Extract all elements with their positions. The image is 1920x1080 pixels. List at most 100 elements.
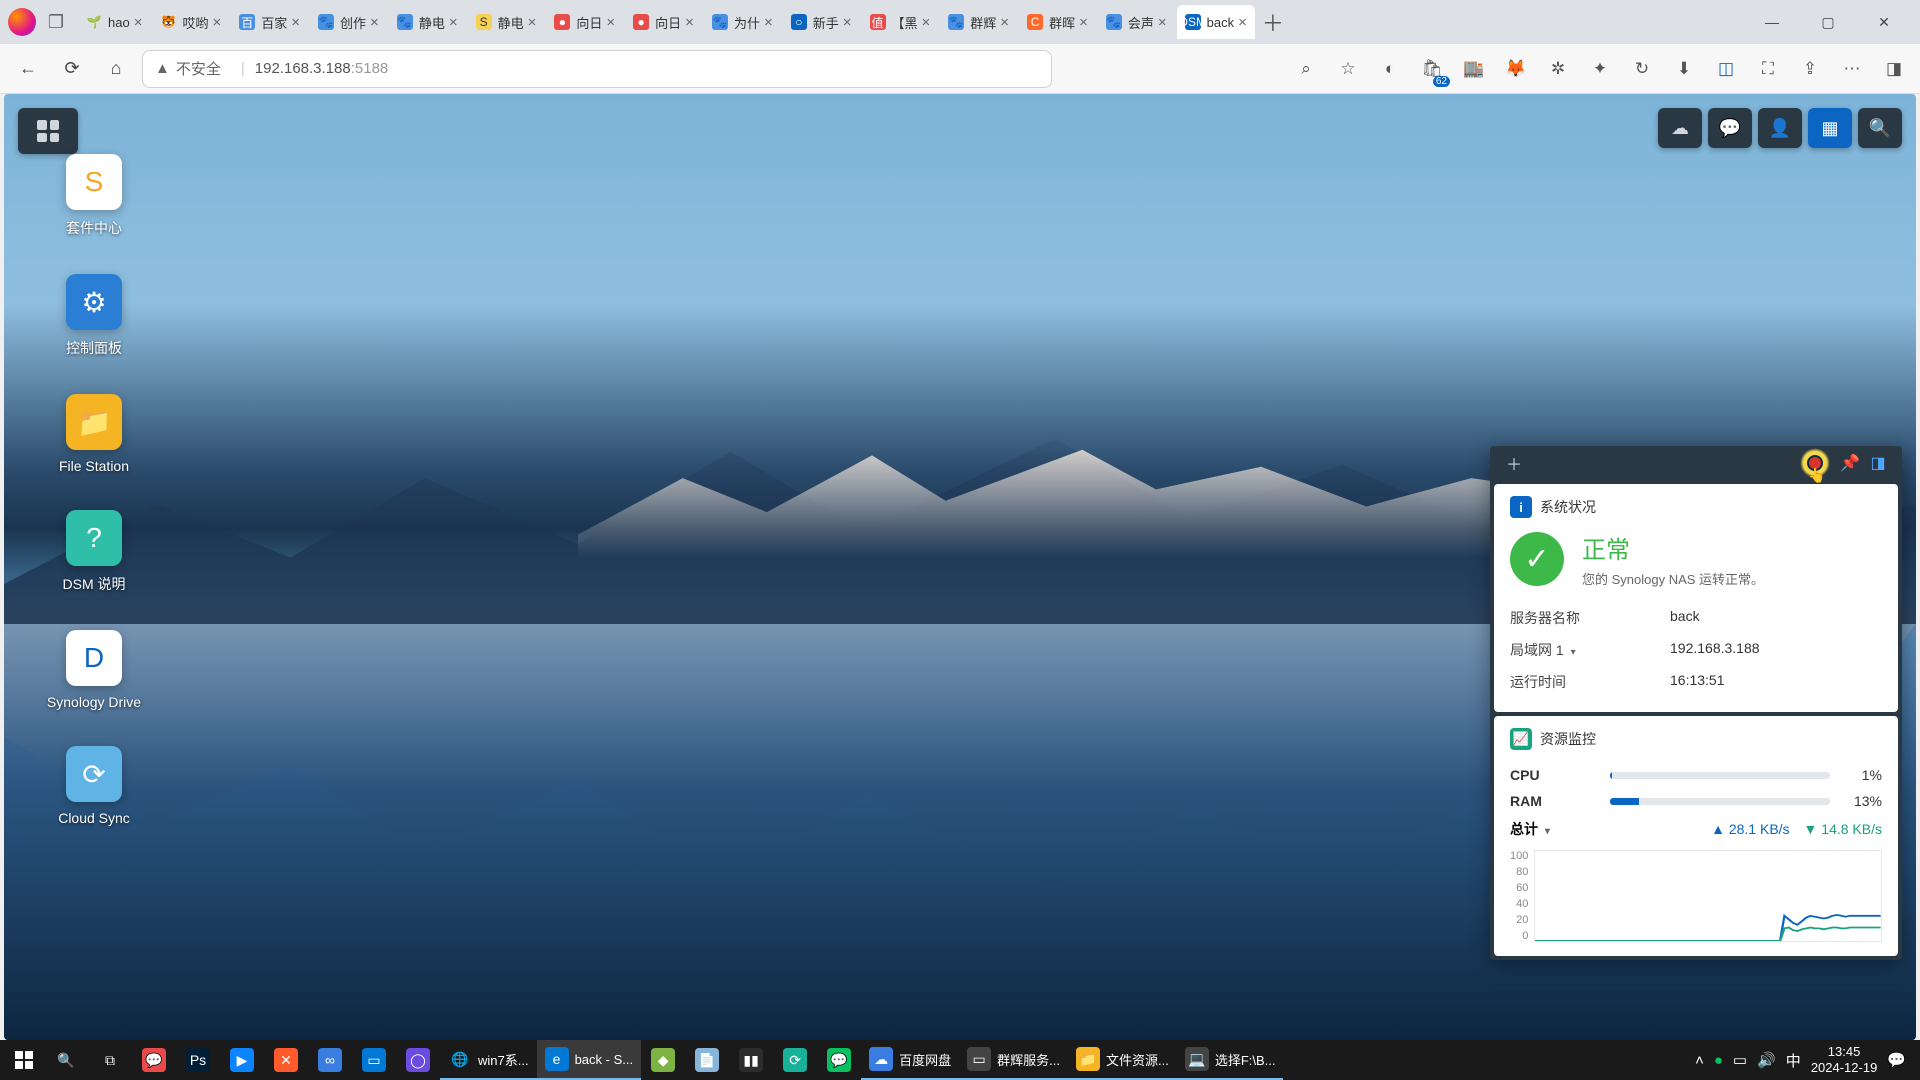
taskbar-app[interactable]: eback - S... (537, 1040, 642, 1080)
taskbar-app[interactable]: ⧉ (88, 1040, 132, 1080)
taskbar-app[interactable]: ▭ (352, 1040, 396, 1080)
start-button[interactable] (4, 1040, 44, 1080)
taskbar-app[interactable]: 🌐win7系... (440, 1040, 537, 1080)
desktop-icon[interactable]: DSynology Drive (34, 630, 154, 710)
widget-add-button[interactable]: ＋ (1500, 449, 1528, 477)
tab-close-icon[interactable]: × (291, 14, 300, 31)
taskbar-app[interactable]: 💬 (817, 1040, 861, 1080)
extension-icon[interactable]: 🛍62 (1416, 53, 1448, 85)
store-icon[interactable]: 🏬 (1458, 53, 1490, 85)
desktop-icon[interactable]: ?DSM 说明 (34, 510, 154, 594)
tray-chevron-icon[interactable]: ˄ (1695, 1052, 1704, 1069)
sidebar-icon[interactable]: ◨ (1878, 53, 1910, 85)
tab-close-icon[interactable]: × (606, 14, 615, 31)
tray-wechat-icon[interactable]: ● (1714, 1052, 1723, 1069)
shield-icon[interactable]: ◐ (1374, 53, 1406, 85)
browser-tab[interactable]: S静电× (468, 5, 545, 39)
tab-close-icon[interactable]: × (685, 14, 694, 31)
firefox-logo-icon[interactable] (8, 8, 36, 36)
browser-tab[interactable]: 🌱hao× (78, 5, 150, 39)
emoji-icon[interactable]: 🦊 (1500, 53, 1532, 85)
tab-close-icon[interactable]: × (1158, 14, 1167, 31)
taskbar-app[interactable]: ⟳ (773, 1040, 817, 1080)
favorites-icon[interactable]: ✦ (1584, 53, 1616, 85)
tab-close-icon[interactable]: × (134, 14, 143, 31)
tab-close-icon[interactable]: × (449, 14, 458, 31)
taskbar-app[interactable]: 💻选择F:\B... (1177, 1040, 1284, 1080)
dsm-upload-icon[interactable]: ☁ (1658, 108, 1702, 148)
reader-icon[interactable]: ⌕ (1290, 53, 1322, 85)
tab-close-icon[interactable]: × (212, 14, 221, 31)
browser-tab[interactable]: 🐾创作× (310, 5, 387, 39)
tab-close-icon[interactable]: × (1079, 14, 1088, 31)
taskbar-app[interactable]: 💬 (132, 1040, 176, 1080)
taskbar-app[interactable]: 🔍 (44, 1040, 88, 1080)
browser-tab[interactable]: 🐯哎哟× (152, 5, 229, 39)
widget-pin-button[interactable]: 📌 (1836, 449, 1864, 477)
browser-tab[interactable]: 🐾群辉× (940, 5, 1017, 39)
tab-close-icon[interactable]: × (843, 14, 852, 31)
taskbar-app[interactable]: ▮▮ (729, 1040, 773, 1080)
workspace-icon[interactable]: ❐ (42, 8, 70, 36)
tab-close-icon[interactable]: × (1000, 14, 1009, 31)
home-button[interactable]: ⌂ (98, 51, 134, 87)
menu-icon[interactable]: ⋯ (1836, 53, 1868, 85)
collections-icon[interactable]: ◫ (1710, 53, 1742, 85)
tray-volume-icon[interactable]: 🔊 (1757, 1051, 1776, 1069)
dsm-desktop[interactable]: ☁ 💬 👤 ▦ 🔍 S套件中心 ⚙控制面板 📁File Station ?DSM 说明… (4, 94, 1916, 1040)
tray-notifications-icon[interactable]: 💬 (1887, 1051, 1906, 1069)
tab-close-icon[interactable]: × (1238, 14, 1247, 31)
new-tab-button[interactable]: ＋ (1257, 6, 1289, 38)
taskbar-app[interactable]: 📄 (685, 1040, 729, 1080)
tab-close-icon[interactable]: × (764, 14, 773, 31)
taskbar-app[interactable]: ✕ (264, 1040, 308, 1080)
bookmark-star-icon[interactable]: ☆ (1332, 53, 1364, 85)
history-icon[interactable]: ↻ (1626, 53, 1658, 85)
taskbar-app[interactable]: Ps (176, 1040, 220, 1080)
browser-tab[interactable]: DSMback× (1177, 5, 1255, 39)
tab-close-icon[interactable]: × (370, 14, 379, 31)
taskbar-app[interactable]: ▶ (220, 1040, 264, 1080)
widget-collapse-button[interactable]: ◨ (1864, 449, 1892, 477)
taskbar-app[interactable]: ▭群辉服务... (959, 1040, 1068, 1080)
screenshot-icon[interactable]: ⛶ (1752, 53, 1784, 85)
share-icon[interactable]: ⇪ (1794, 53, 1826, 85)
taskbar-app[interactable]: ∞ (308, 1040, 352, 1080)
info-row[interactable]: 局域网 1 ▾192.168.3.188 (1510, 634, 1882, 666)
taskbar-app[interactable]: ◆ (641, 1040, 685, 1080)
desktop-icon[interactable]: ⚙控制面板 (34, 274, 154, 358)
browser-tab[interactable]: 🐾会声× (1098, 5, 1175, 39)
desktop-icon[interactable]: S套件中心 (34, 154, 154, 238)
browser-tab[interactable]: 值【黑× (862, 5, 939, 39)
tab-close-icon[interactable]: × (922, 14, 931, 31)
taskbar-clock[interactable]: 13:45 2024-12-19 (1811, 1044, 1878, 1075)
taskbar-app[interactable]: ◯ (396, 1040, 440, 1080)
dsm-notification-icon[interactable]: 💬 (1708, 108, 1752, 148)
browser-tab[interactable]: C群晖× (1019, 5, 1096, 39)
browser-tab[interactable]: 🐾为什× (704, 5, 781, 39)
dsm-widgets-icon[interactable]: ▦ (1808, 108, 1852, 148)
dsm-user-icon[interactable]: 👤 (1758, 108, 1802, 148)
url-input[interactable]: ▲ 不安全 | 192.168.3.188:5188 (142, 50, 1052, 88)
tab-close-icon[interactable]: × (528, 14, 537, 31)
browser-tab[interactable]: ●向日× (546, 5, 623, 39)
downloads-icon[interactable]: ⬇ (1668, 53, 1700, 85)
taskbar-app[interactable]: ☁百度网盘 (861, 1040, 959, 1080)
taskbar-app[interactable]: 📁文件资源... (1068, 1040, 1177, 1080)
puzzle-icon[interactable]: ✲ (1542, 53, 1574, 85)
desktop-icon[interactable]: 📁File Station (34, 394, 154, 474)
network-total[interactable]: 总计 ▾ ▲ 28.1 KB/s ▼ 14.8 KB/s (1510, 814, 1882, 844)
dsm-apps-button[interactable] (18, 108, 78, 154)
tray-ime[interactable]: 中 (1786, 1050, 1801, 1071)
desktop-icon[interactable]: ⟳Cloud Sync (34, 746, 154, 826)
minimize-button[interactable]: — (1752, 7, 1792, 37)
browser-tab[interactable]: 百百家× (231, 5, 308, 39)
browser-tab[interactable]: 🐾静电× (389, 5, 466, 39)
maximize-button[interactable]: ▢ (1808, 7, 1848, 37)
dsm-search-icon[interactable]: 🔍 (1858, 108, 1902, 148)
close-button[interactable]: ✕ (1864, 7, 1904, 37)
tray-battery-icon[interactable]: ▭ (1733, 1051, 1747, 1069)
back-button[interactable]: ← (10, 51, 46, 87)
browser-tab[interactable]: ○新手× (783, 5, 860, 39)
reload-button[interactable]: ⟳ (54, 51, 90, 87)
